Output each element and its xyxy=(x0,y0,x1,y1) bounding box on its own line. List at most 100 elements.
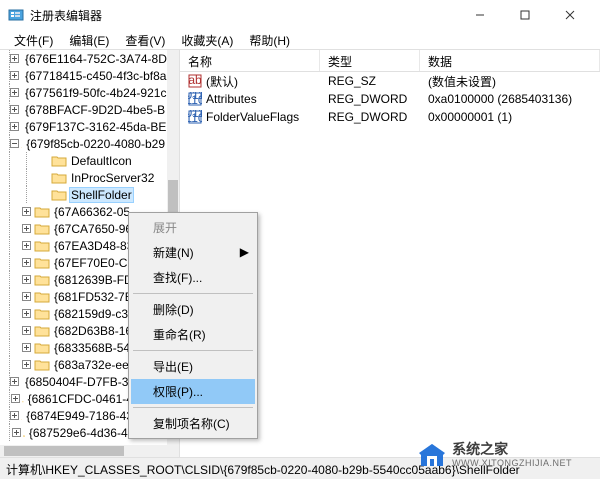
tree-twisty[interactable] xyxy=(12,427,21,438)
tree-twisty[interactable] xyxy=(10,410,19,421)
ctx-find[interactable]: 查找(F)... xyxy=(131,265,255,290)
folder-icon xyxy=(34,307,50,321)
menu-view[interactable]: 查看(V) xyxy=(117,30,173,49)
tree-label: {683a732e-ee xyxy=(52,358,131,372)
regedit-icon xyxy=(8,7,24,23)
tree-label: DefaultIcon xyxy=(69,154,134,168)
ctx-rename[interactable]: 重命名(R) xyxy=(131,322,255,347)
tree-row[interactable]: {678BFACF-9D2D-4be5-B xyxy=(0,101,167,118)
submenu-arrow-icon: ▶ xyxy=(240,245,249,259)
tree-label: {682D63B8-16 xyxy=(52,324,134,338)
context-menu: 展开 新建(N)▶ 查找(F)... 删除(D) 重命名(R) 导出(E) 权限… xyxy=(128,212,258,439)
tree-twisty[interactable] xyxy=(10,138,19,149)
col-type[interactable]: 类型 xyxy=(320,50,420,71)
list-body[interactable]: ab(默认)REG_SZ(数值未设置)011110AttributesREG_D… xyxy=(180,72,600,126)
tree-row[interactable]: DefaultIcon xyxy=(0,152,167,169)
tree-twisty[interactable] xyxy=(10,121,19,132)
menu-file[interactable]: 文件(F) xyxy=(6,30,61,49)
folder-icon xyxy=(51,188,67,202)
value-data: 0xa0100000 (2685403136) xyxy=(428,92,572,106)
list-row[interactable]: 011110AttributesREG_DWORD0xa0100000 (268… xyxy=(180,90,600,108)
tree-label: {682159d9-c3 xyxy=(52,307,130,321)
tree-row[interactable]: InProcServer32 xyxy=(0,169,167,186)
close-button[interactable] xyxy=(547,1,592,29)
value-type-icon: ab xyxy=(188,74,202,88)
minimize-button[interactable] xyxy=(457,1,502,29)
tree-twisty[interactable] xyxy=(21,359,32,370)
svg-text:110: 110 xyxy=(188,93,202,106)
list-row[interactable]: ab(默认)REG_SZ(数值未设置) xyxy=(180,72,600,90)
folder-icon xyxy=(34,290,50,304)
value-name: Attributes xyxy=(206,92,257,106)
value-type-icon: 011110 xyxy=(188,110,202,124)
tree-label: InProcServer32 xyxy=(69,171,156,185)
tree-twisty[interactable] xyxy=(21,342,32,353)
value-type-icon: 011110 xyxy=(188,92,202,106)
folder-icon xyxy=(34,324,50,338)
tree-label: {6812639B-FD xyxy=(52,273,135,287)
watermark-url: WWW.XITONGZHIJIA.NET xyxy=(452,458,572,468)
tree-twisty[interactable] xyxy=(21,274,32,285)
tree-twisty[interactable] xyxy=(21,223,32,234)
tree-row[interactable]: {67718415-c450-4f3c-bf8a xyxy=(0,67,167,84)
col-name[interactable]: 名称 xyxy=(180,50,320,71)
value-data: 0x00000001 (1) xyxy=(428,110,512,124)
menu-edit[interactable]: 编辑(E) xyxy=(61,30,117,49)
watermark-title: 系统之家 xyxy=(452,442,572,457)
folder-icon xyxy=(22,392,24,406)
ctx-copykey[interactable]: 复制项名称(C) xyxy=(131,411,255,436)
list-row[interactable]: 011110FolderValueFlagsREG_DWORD0x0000000… xyxy=(180,108,600,126)
tree-row[interactable]: {677561f9-50fc-4b24-921c xyxy=(0,84,167,101)
tree-label: {677561f9-50fc-4b24-921c xyxy=(23,86,167,100)
tree-row[interactable]: ShellFolder xyxy=(0,186,167,203)
ctx-delete[interactable]: 删除(D) xyxy=(131,297,255,322)
ctx-separator xyxy=(133,293,253,294)
tree-label: {676E1164-752C-3A74-8D xyxy=(23,52,167,66)
tree-twisty[interactable] xyxy=(10,376,19,387)
folder-icon xyxy=(34,239,50,253)
tree-twisty[interactable] xyxy=(21,308,32,319)
tree-row[interactable]: {679f85cb-0220-4080-b29 xyxy=(0,135,167,152)
tree-twisty[interactable] xyxy=(11,393,20,404)
ctx-permissions[interactable]: 权限(P)... xyxy=(131,379,255,404)
tree-twisty[interactable] xyxy=(21,325,32,336)
tree-twisty[interactable] xyxy=(21,257,32,268)
folder-icon xyxy=(23,426,25,440)
maximize-button[interactable] xyxy=(502,1,547,29)
tree-label: {67718415-c450-4f3c-bf8a xyxy=(23,69,167,83)
ctx-expand[interactable]: 展开 xyxy=(131,215,255,240)
ctx-separator xyxy=(133,350,253,351)
svg-text:110: 110 xyxy=(188,111,202,124)
tree-twisty[interactable] xyxy=(21,206,32,217)
folder-icon xyxy=(34,273,50,287)
value-name: (默认) xyxy=(206,73,238,90)
window-title: 注册表编辑器 xyxy=(30,7,457,24)
tree-row[interactable]: {679F137C-3162-45da-BE xyxy=(0,118,167,135)
menubar: 文件(F) 编辑(E) 查看(V) 收藏夹(A) 帮助(H) xyxy=(0,30,600,50)
col-data[interactable]: 数据 xyxy=(420,50,600,71)
tree-twisty[interactable] xyxy=(10,87,19,98)
tree-horizontal-scrollbar[interactable] xyxy=(0,445,167,457)
watermark: 系统之家 WWW.XITONGZHIJIA.NET xyxy=(418,442,572,468)
tree-twisty[interactable] xyxy=(10,53,19,64)
folder-icon xyxy=(51,171,67,185)
menu-help[interactable]: 帮助(H) xyxy=(241,30,298,49)
tree-row[interactable]: {676E1164-752C-3A74-8D xyxy=(0,50,167,67)
tree-twisty[interactable] xyxy=(21,240,32,251)
ctx-new[interactable]: 新建(N)▶ xyxy=(131,240,255,265)
ctx-export[interactable]: 导出(E) xyxy=(131,354,255,379)
tree-label: {681FD532-7E xyxy=(52,290,135,304)
tree-twisty[interactable] xyxy=(21,291,32,302)
menu-favorites[interactable]: 收藏夹(A) xyxy=(173,30,241,49)
ctx-separator xyxy=(133,407,253,408)
tree-twisty[interactable] xyxy=(10,104,19,115)
folder-icon xyxy=(34,222,50,236)
tree-twisty[interactable] xyxy=(10,70,19,81)
value-data: (数值未设置) xyxy=(428,73,496,90)
tree-label: {6833568B-54 xyxy=(52,341,132,355)
folder-icon xyxy=(21,137,22,151)
folder-icon xyxy=(34,358,50,372)
list-header[interactable]: 名称 类型 数据 xyxy=(180,50,600,72)
tree-twisty-none xyxy=(38,189,49,200)
tree-label: {679F137C-3162-45da-BE xyxy=(23,120,167,134)
